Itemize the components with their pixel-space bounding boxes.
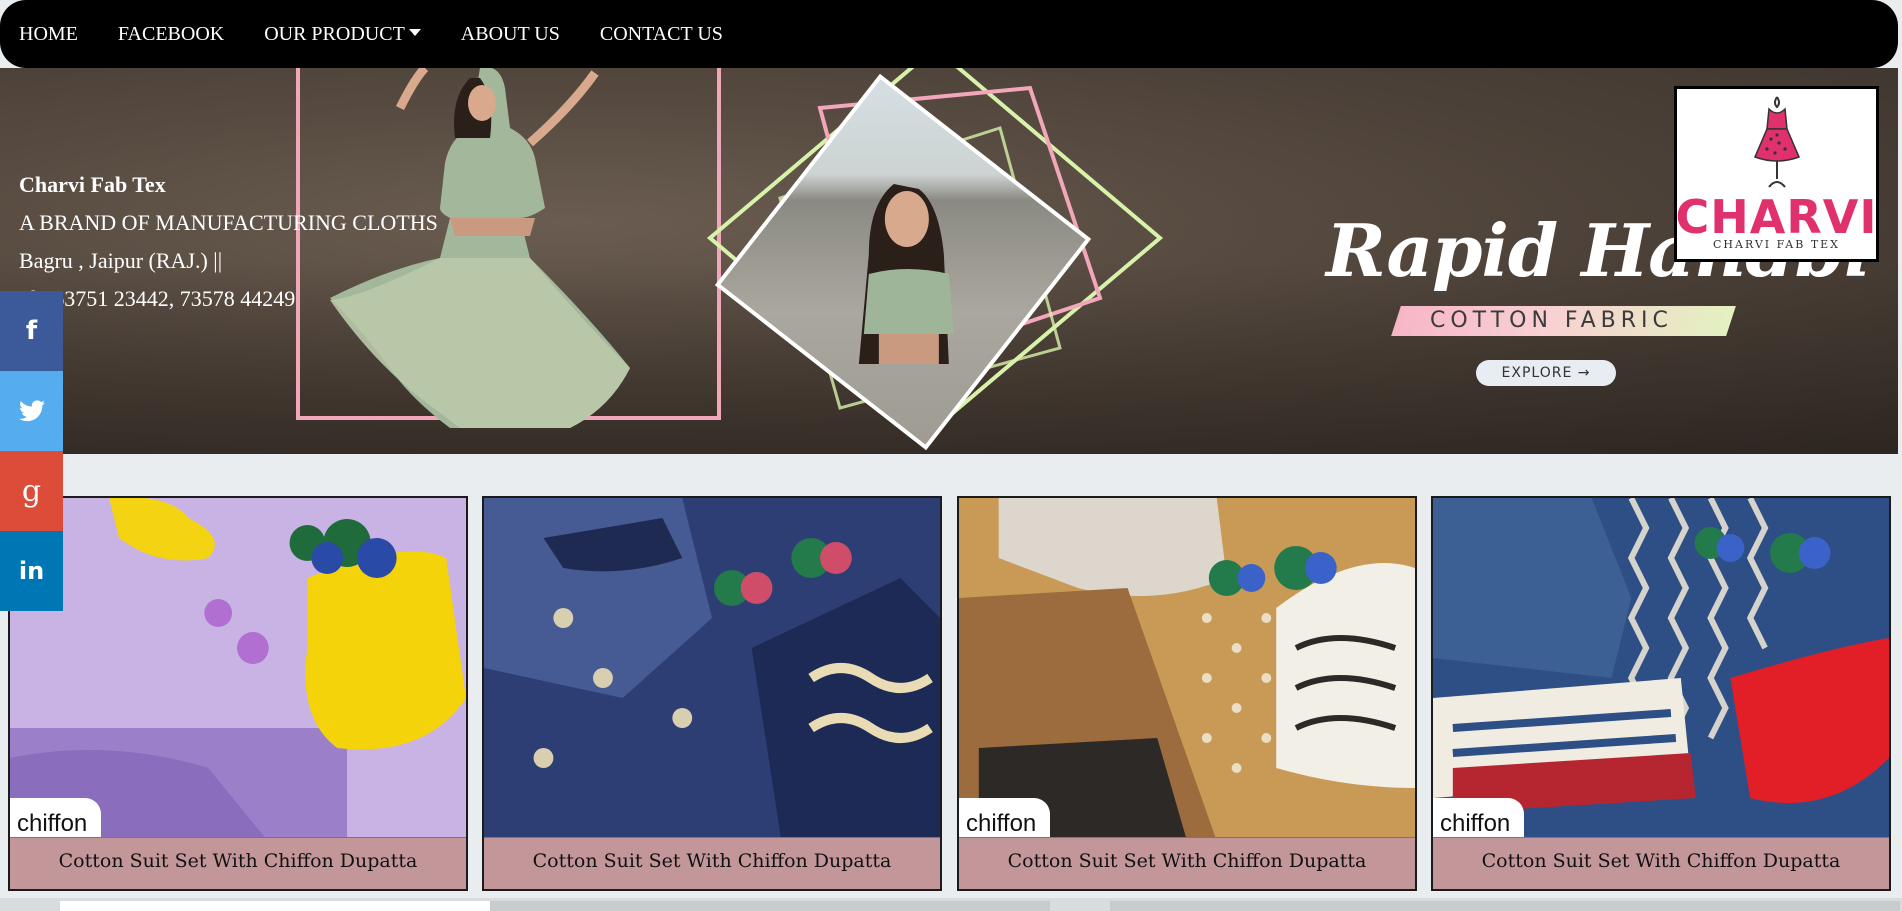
product-grid: chiffon Cotton Suit Set With Chiffon Dup… [8, 496, 1898, 892]
logo-wordmark: CHARVI [1675, 190, 1878, 244]
explore-button[interactable]: EXPLORE → [1476, 360, 1616, 386]
nav-our-product-label: OUR PRODUCT [264, 22, 405, 45]
product-tag: chiffon [1433, 798, 1525, 842]
google-plus-icon: g [21, 473, 42, 509]
company-phone: Ph. 63751 23442, 73578 44249 [19, 286, 296, 311]
company-name: Charvi Fab Tex [19, 172, 166, 197]
product-card[interactable]: chiffon Cotton Suit Set With Chiffon Dup… [957, 496, 1417, 891]
product-caption: Cotton Suit Set With Chiffon Dupatta [484, 837, 940, 889]
bottom-strip-segment [60, 901, 490, 911]
product-card[interactable]: chiffon Cotton Suit Set With Chiffon Dup… [1431, 496, 1891, 891]
hero-info: Charvi Fab Tex A BRAND OF MANUFACTURING … [19, 166, 438, 318]
dress-icon [1753, 96, 1800, 188]
bottom-strip-segment [1110, 901, 1900, 911]
product-caption: Cotton Suit Set With Chiffon Dupatta [10, 837, 466, 889]
linkedin-icon: in [18, 557, 45, 585]
nav-about-us-link[interactable]: ABOUT US [461, 23, 560, 46]
product-image [1433, 498, 1889, 841]
bottom-strip-segment [490, 901, 1050, 911]
nav-facebook-link[interactable]: FACEBOOK [118, 23, 224, 46]
company-address: Bagru , Jaipur (RAJ.) || [19, 248, 223, 273]
product-card[interactable]: chiffon Cotton Suit Set With Chiffon Dup… [8, 496, 468, 891]
company-tagline: A BRAND OF MANUFACTURING CLOTHS [19, 210, 438, 235]
facebook-share-button[interactable]: f [0, 291, 63, 371]
product-caption: Cotton Suit Set With Chiffon Dupatta [959, 837, 1415, 889]
logo-subtext: CHARVI FAB TEX [1712, 238, 1841, 251]
banner-subtitle: COTTON FABRIC [1391, 306, 1736, 336]
nav-contact-us-link[interactable]: CONTACT US [600, 23, 723, 46]
product-image [484, 498, 940, 841]
product-tag: chiffon [10, 798, 102, 842]
brand-logo[interactable]: CHARVI CHARVI FAB TEX [1674, 86, 1879, 262]
product-caption: Cotton Suit Set With Chiffon Dupatta [1433, 837, 1889, 889]
product-image [10, 498, 466, 841]
product-tag: chiffon [959, 798, 1051, 842]
product-image [959, 498, 1415, 841]
twitter-icon [18, 400, 45, 422]
top-navbar: HOME FACEBOOK OUR PRODUCT ABOUT US CONTA… [0, 0, 1898, 68]
nav-our-product-dropdown[interactable]: OUR PRODUCT [264, 23, 421, 46]
linkedin-share-button[interactable]: in [0, 531, 63, 611]
caret-down-icon [408, 28, 421, 36]
product-card[interactable]: Cotton Suit Set With Chiffon Dupatta [482, 496, 942, 891]
nav-home-link[interactable]: HOME [19, 23, 78, 46]
hero-banner: Charvi Fab Tex A BRAND OF MANUFACTURING … [0, 68, 1898, 454]
bottom-scroll-strip [0, 898, 1902, 911]
social-share-bar: f g in [0, 291, 63, 611]
twitter-share-button[interactable] [0, 371, 63, 451]
banner-subtitle-text: COTTON FABRIC [1430, 308, 1673, 333]
google-plus-share-button[interactable]: g [0, 451, 63, 531]
facebook-icon: f [25, 316, 38, 346]
